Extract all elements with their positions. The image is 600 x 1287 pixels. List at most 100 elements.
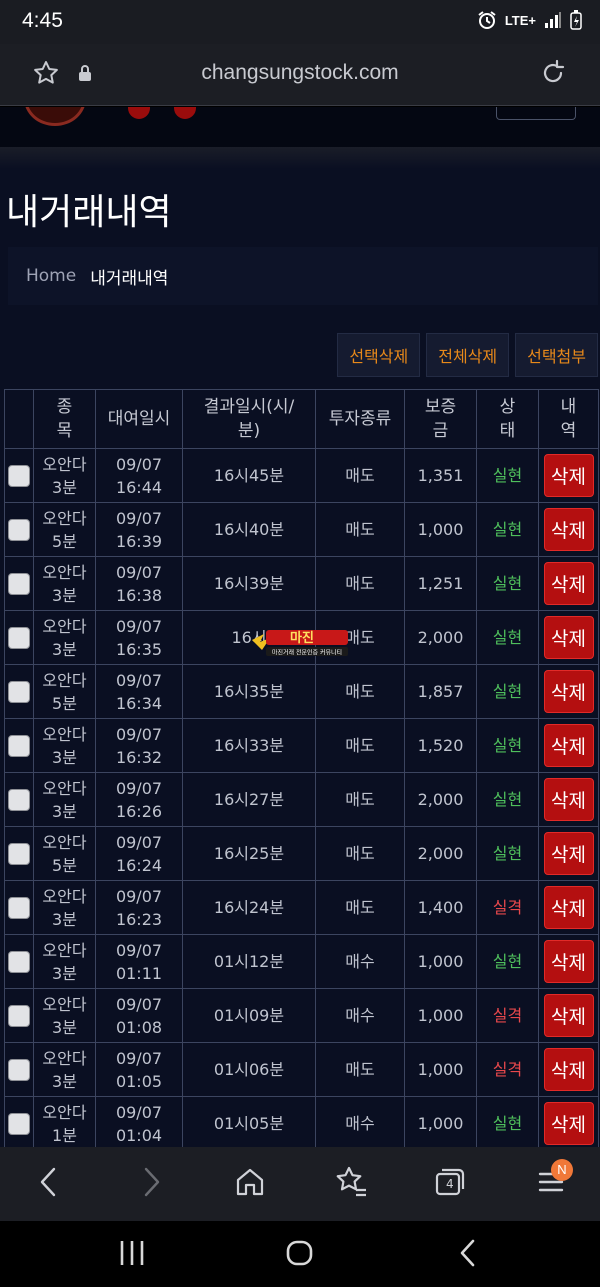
row-checkbox[interactable] [8,897,30,920]
deposit-amount: 1,000 [417,520,464,539]
result-time-cell: 01시05분 [182,1096,316,1147]
rent-date: 09/07 01:04 [115,1102,163,1145]
history-cell: 삭제 [538,1096,599,1147]
status-cell: 실현 [476,1096,539,1147]
table-row: 오안다 3분 09/07 16:23 16시24분 매도 1,400 실격 삭제 [4,880,599,935]
item-cell: 오안다 5분 [33,826,96,881]
rent-date: 09/07 16:32 [115,724,163,767]
investment-type: 매도 [345,574,375,593]
network-label: LTE+ [504,12,536,28]
delete-selected-button[interactable]: 선택삭제 [337,333,421,377]
row-checkbox[interactable] [8,789,30,812]
row-checkbox[interactable] [8,1113,30,1136]
rent-date: 09/07 16:44 [115,454,163,497]
row-select-cell [4,718,34,773]
system-back-icon[interactable] [454,1237,482,1269]
result-time-cell: 16시39분 [182,556,316,611]
home-icon[interactable] [234,1165,266,1199]
delete-row-button[interactable]: 삭제 [543,1048,594,1091]
result-time: 16시33분 [213,736,285,755]
status-cell: 실현 [476,610,539,665]
delete-row-button[interactable]: 삭제 [543,616,594,659]
address-bar: changsungstock.com [0,44,600,106]
row-checkbox[interactable] [8,735,30,758]
item-cell: 오안다 3분 [33,448,96,503]
delete-all-button[interactable]: 전체삭제 [426,333,510,377]
investment-type: 매도 [345,1060,375,1079]
delete-row-button[interactable]: 삭제 [543,670,594,713]
delete-row-button[interactable]: 삭제 [543,508,594,551]
header-menu-button[interactable] [496,107,576,120]
delete-row-button[interactable]: 삭제 [543,832,594,875]
row-checkbox[interactable] [8,465,30,488]
date-cell: 09/07 01:11 [95,934,183,989]
history-cell: 삭제 [538,826,599,881]
item-name: 오안다 1분 [42,1102,87,1145]
date-cell: 09/07 16:24 [95,826,183,881]
system-home-icon[interactable] [284,1237,316,1269]
history-cell: 삭제 [538,556,599,611]
deposit-cell: 2,000 [404,610,477,665]
alarm-icon [478,11,496,29]
row-checkbox[interactable] [8,519,30,542]
row-select-cell [4,1042,34,1097]
result-time: 16시39분 [213,574,285,593]
rent-date: 09/07 16:23 [115,886,163,929]
item-name: 오안다 5분 [42,832,87,875]
date-cell: 09/07 01:05 [95,1042,183,1097]
url-text[interactable]: changsungstock.com [0,61,600,85]
system-navigation-bar [0,1221,600,1287]
row-checkbox[interactable] [8,1059,30,1082]
reload-icon[interactable] [538,58,568,88]
status-cell: 실현 [476,934,539,989]
attach-selected-button[interactable]: 선택첨부 [515,333,598,377]
trade-status: 실현 [492,466,523,485]
row-checkbox[interactable] [8,681,30,704]
row-checkbox[interactable] [8,843,30,866]
row-checkbox[interactable] [8,1005,30,1028]
bookmarks-icon[interactable] [334,1165,368,1199]
trade-table-body: 오안다 3분 09/07 16:44 16시45분 매도 1,351 실현 삭제 오안다 5분… [4,448,599,1147]
delete-row-button[interactable]: 삭제 [543,778,594,821]
back-icon[interactable] [34,1165,64,1199]
deposit-cell: 1,000 [404,1042,477,1097]
trade-status: 실격 [492,1006,523,1025]
delete-row-button[interactable]: 삭제 [543,454,594,497]
item-cell: 오안다 5분 [33,664,96,719]
logo-mark [174,107,196,119]
history-cell: 삭제 [538,772,599,827]
result-time: 16시25분 [213,844,285,863]
date-cell: 09/07 01:04 [95,1096,183,1147]
row-checkbox[interactable] [8,627,30,650]
delete-row-button[interactable]: 삭제 [543,724,594,767]
row-checkbox[interactable] [8,573,30,596]
deposit-cell: 2,000 [404,826,477,881]
rent-date: 09/07 16:35 [115,616,163,659]
col-date: 대여일시 [95,389,183,449]
row-select-cell [4,448,34,503]
row-select-cell [4,556,34,611]
forward-icon[interactable] [136,1165,166,1199]
investment-type: 매도 [345,844,375,863]
delete-row-button[interactable]: 삭제 [543,994,594,1037]
item-cell: 오안다 3분 [33,610,96,665]
delete-row-button[interactable]: 삭제 [543,1102,594,1145]
trade-status: 실현 [492,952,523,971]
col-history: 내역 [538,389,599,449]
item-cell: 오안다 3분 [33,556,96,611]
delete-row-button[interactable]: 삭제 [543,940,594,983]
date-cell: 09/07 16:34 [95,664,183,719]
breadcrumb-home[interactable]: Home [26,266,76,286]
result-time: 16시24분 [213,898,285,917]
date-cell: 09/07 16:38 [95,556,183,611]
item-cell: 오안다 5분 [33,502,96,557]
delete-row-button[interactable]: 삭제 [543,562,594,605]
trade-status: 실현 [492,520,523,539]
delete-row-button[interactable]: 삭제 [543,886,594,929]
row-checkbox[interactable] [8,951,30,974]
site-logo[interactable] [24,107,86,126]
result-time-cell: 16시25분 [182,826,316,881]
result-time: 16시40분 [213,520,285,539]
recents-icon[interactable] [118,1237,146,1269]
rent-date: 09/07 01:11 [115,940,163,983]
